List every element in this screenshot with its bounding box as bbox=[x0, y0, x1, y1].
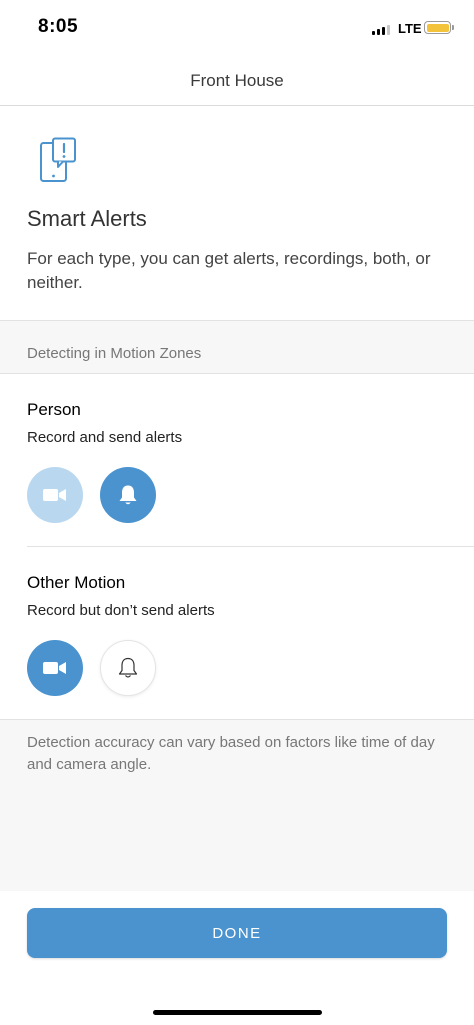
battery-icon bbox=[424, 21, 451, 34]
footer-note-section: Detection accuracy can vary based on fac… bbox=[0, 719, 474, 891]
other-motion-type-name: Other Motion bbox=[27, 573, 126, 592]
smart-alerts-description: For each type, you can get alerts, recor… bbox=[27, 249, 431, 292]
done-button[interactable]: DONE bbox=[27, 908, 447, 958]
status-time: 8:05 bbox=[38, 16, 79, 37]
other-motion-record-toggle[interactable] bbox=[27, 640, 83, 696]
smart-alert-device-icon bbox=[40, 137, 76, 182]
detection-accuracy-note: Detection accuracy can vary based on fac… bbox=[27, 734, 435, 773]
home-indicator[interactable] bbox=[153, 1010, 322, 1015]
video-camera-icon bbox=[43, 489, 66, 501]
battery-cap bbox=[452, 25, 454, 30]
network-type: LTE bbox=[398, 21, 422, 36]
cellular-signal-icon bbox=[372, 24, 390, 35]
video-camera-icon bbox=[43, 662, 66, 674]
status-bar: 8:05 LTE bbox=[0, 0, 474, 58]
page-title: Front House bbox=[190, 71, 284, 90]
nav-bar: Front House bbox=[0, 58, 474, 106]
other-motion-type-status: Record but don’t send alerts bbox=[27, 602, 215, 619]
person-type-status: Record and send alerts bbox=[27, 429, 183, 446]
type-divider bbox=[27, 546, 474, 547]
person-alert-toggle[interactable] bbox=[100, 467, 156, 523]
person-type-name: Person bbox=[27, 400, 81, 419]
bell-icon bbox=[119, 485, 137, 505]
smart-alerts-title: Smart Alerts bbox=[27, 206, 147, 231]
other-motion-alert-toggle[interactable] bbox=[100, 640, 156, 696]
motion-zones-section-header: Detecting in Motion Zones bbox=[0, 320, 474, 374]
section-header-label: Detecting in Motion Zones bbox=[27, 345, 202, 362]
person-record-toggle[interactable] bbox=[27, 467, 83, 523]
bell-icon bbox=[118, 657, 138, 678]
